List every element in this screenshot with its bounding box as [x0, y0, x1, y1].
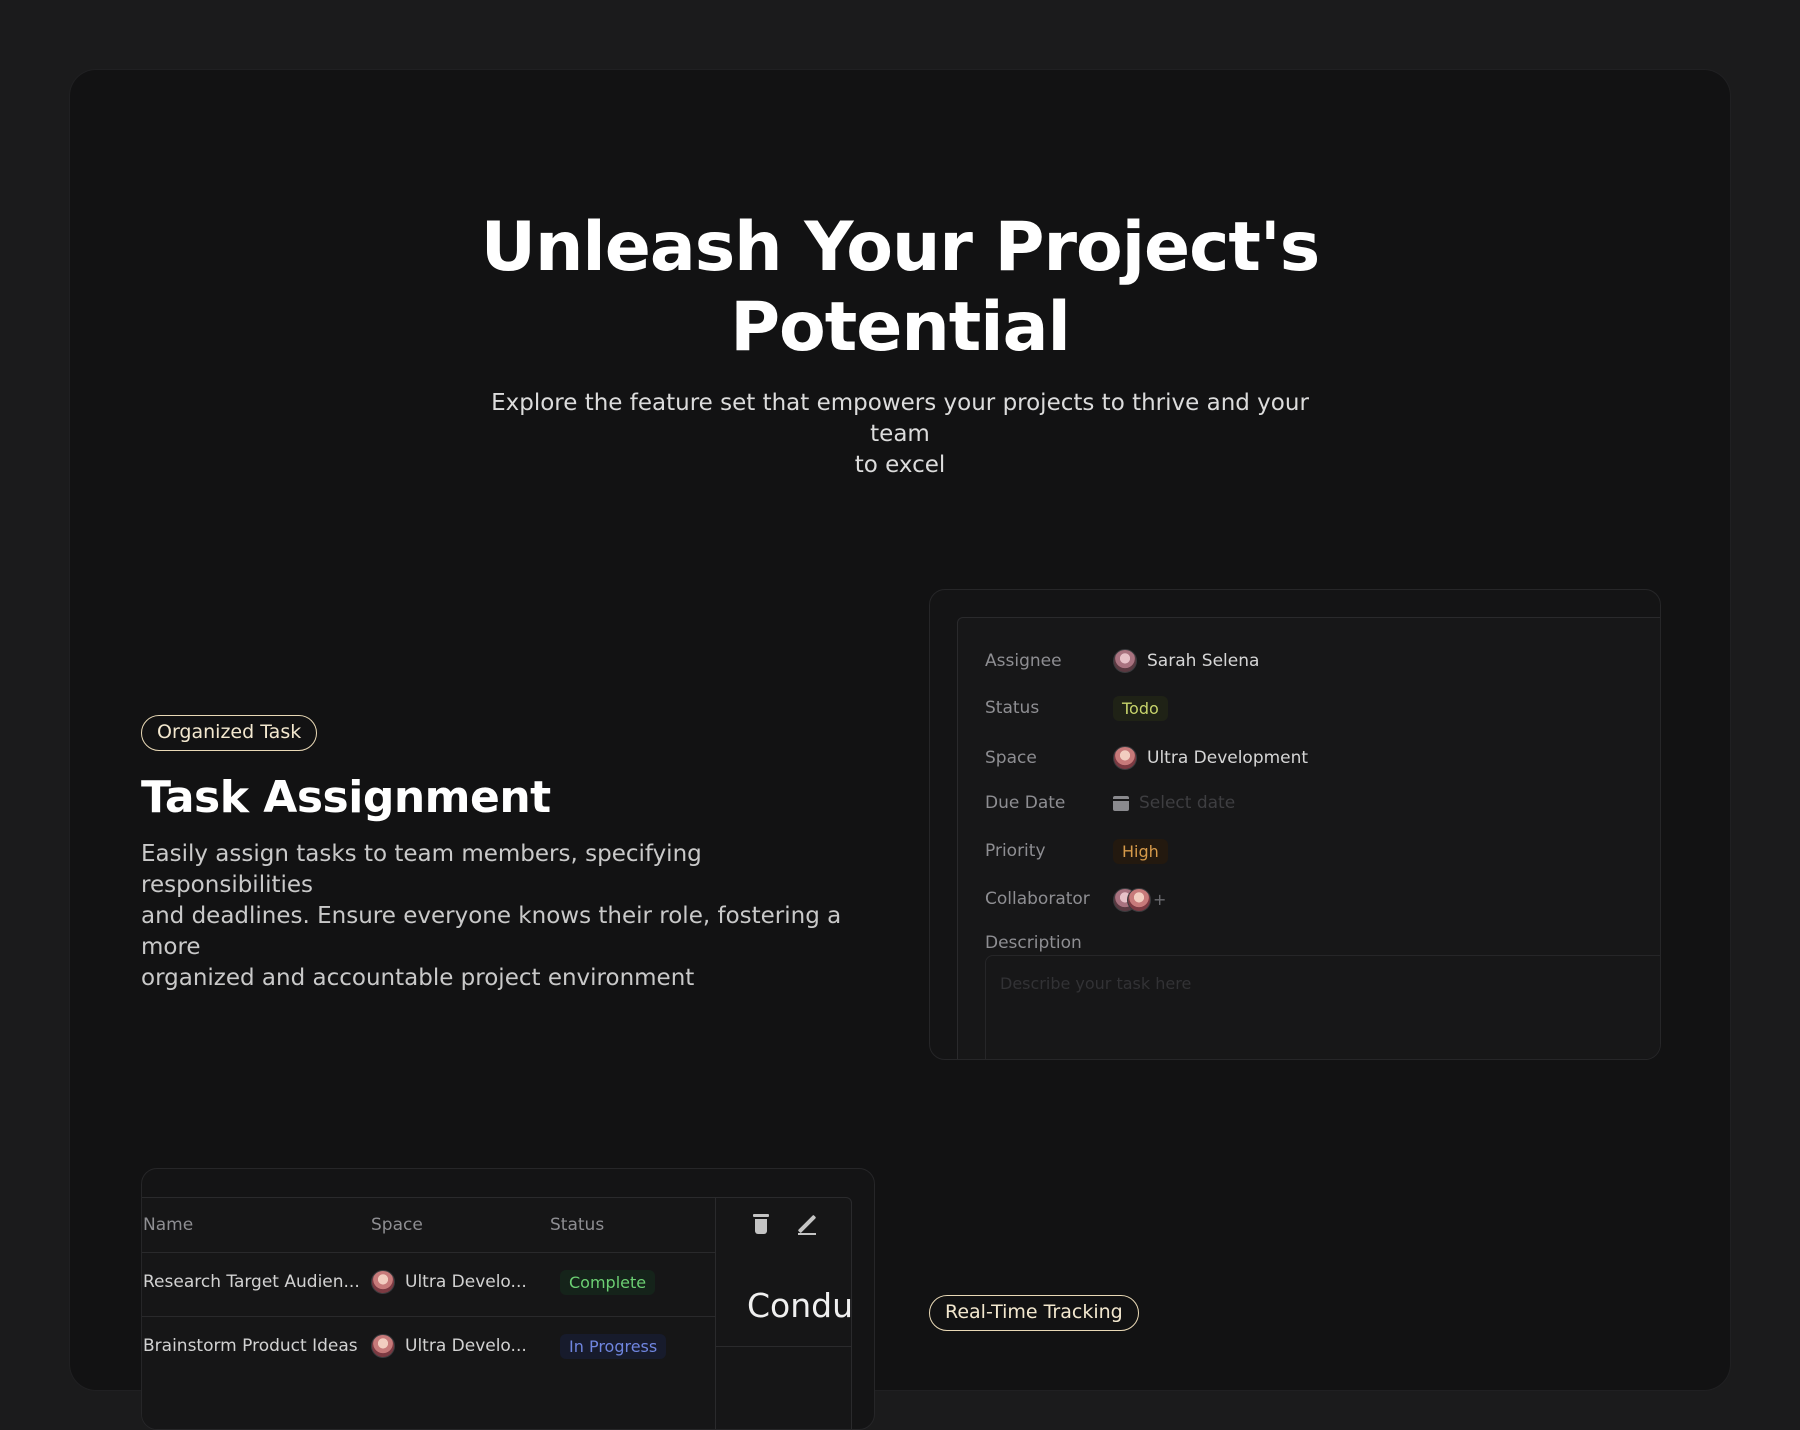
column-header-name[interactable]: Name: [143, 1198, 193, 1252]
status-row[interactable]: Status Todo: [985, 693, 1168, 723]
collaborator-avatar: [1127, 888, 1151, 912]
organized-task-tag: Organized Task: [141, 715, 318, 751]
collaborator-avatars: [1113, 888, 1151, 912]
hero-subtitle-line-2: to excel: [854, 452, 946, 478]
task-detail-pane: Condu: [715, 1198, 852, 1429]
row-1-status: Complete: [560, 1267, 656, 1297]
space-avatar: [371, 1270, 395, 1294]
space-avatar: [1113, 746, 1137, 770]
real-time-tracking-tag: Real-Time Tracking: [929, 1295, 1139, 1331]
task-assignment-description: Easily assign tasks to team members, spe…: [141, 839, 861, 994]
hero-title-line-2: Potential: [730, 288, 1071, 367]
due-date-row[interactable]: Due Date Select date: [985, 788, 1235, 818]
row-2-status: In Progress: [560, 1331, 667, 1361]
hero-title-line-1: Unleash Your Project's: [480, 208, 1320, 287]
task-table-card: Name Space Status Research Target Audien…: [141, 1168, 875, 1430]
add-collaborator-button[interactable]: +: [1153, 890, 1166, 909]
priority-label: Priority: [985, 841, 1046, 861]
trash-icon[interactable]: [752, 1214, 770, 1234]
description-textarea[interactable]: Describe your task here: [985, 955, 1660, 1059]
description-label: Description: [985, 933, 1082, 953]
row-2-space-label: Ultra Develo...: [405, 1336, 527, 1356]
collaborator-row[interactable]: Collaborator +: [985, 884, 1166, 914]
detail-divider: [716, 1346, 851, 1347]
calendar-icon: [1113, 795, 1129, 811]
status-label: Status: [985, 698, 1040, 718]
header-divider: [142, 1252, 715, 1253]
assignee-avatar: [1113, 649, 1137, 673]
status-badge: In Progress: [560, 1333, 667, 1359]
priority-row[interactable]: Priority High: [985, 836, 1168, 866]
due-date-placeholder[interactable]: Select date: [1139, 793, 1235, 813]
space-row[interactable]: Space Ultra Development: [985, 743, 1308, 773]
due-date-label: Due Date: [985, 793, 1066, 813]
row-1-space-label: Ultra Develo...: [405, 1272, 527, 1292]
priority-badge[interactable]: High: [1113, 838, 1168, 864]
row-1-space: Ultra Develo...: [371, 1267, 527, 1297]
task-form-card: Assignee Sarah Selena Status Todo Space …: [929, 589, 1661, 1060]
row-2-name[interactable]: Brainstorm Product Ideas: [143, 1331, 358, 1361]
assignee-row[interactable]: Assignee Sarah Selena: [985, 646, 1259, 676]
row-2-space: Ultra Develo...: [371, 1331, 527, 1361]
task-assignment-title: Task Assignment: [141, 772, 551, 823]
pencil-icon[interactable]: [796, 1214, 818, 1236]
hero-subtitle-line-1: Explore the feature set that empowers yo…: [491, 390, 1309, 447]
space-avatar: [371, 1334, 395, 1358]
task-form: Assignee Sarah Selena Status Todo Space …: [957, 617, 1660, 1059]
column-header-status[interactable]: Status: [550, 1198, 604, 1252]
collaborator-label: Collaborator: [985, 889, 1090, 909]
description-line-1: Easily assign tasks to team members, spe…: [141, 841, 702, 898]
assignee-value: Sarah Selena: [1147, 651, 1260, 671]
space-label: Space: [985, 748, 1037, 768]
hero-subtitle: Explore the feature set that empowers yo…: [470, 388, 1330, 481]
description-line-2: and deadlines. Ensure everyone knows the…: [141, 903, 842, 960]
column-header-space[interactable]: Space: [371, 1198, 423, 1252]
row-divider: [142, 1316, 715, 1317]
description-row: Description: [985, 928, 1113, 958]
description-line-3: organized and accountable project enviro…: [141, 965, 695, 991]
task-table: Name Space Status Research Target Audien…: [142, 1197, 852, 1429]
status-badge: Complete: [560, 1269, 656, 1295]
status-badge[interactable]: Todo: [1113, 695, 1168, 721]
task-detail-title: Condu: [747, 1286, 852, 1325]
hero-title: Unleash Your Project's Potential: [0, 208, 1800, 368]
assignee-label: Assignee: [985, 651, 1062, 671]
row-1-name[interactable]: Research Target Audien...: [143, 1267, 360, 1297]
space-value: Ultra Development: [1147, 748, 1309, 768]
